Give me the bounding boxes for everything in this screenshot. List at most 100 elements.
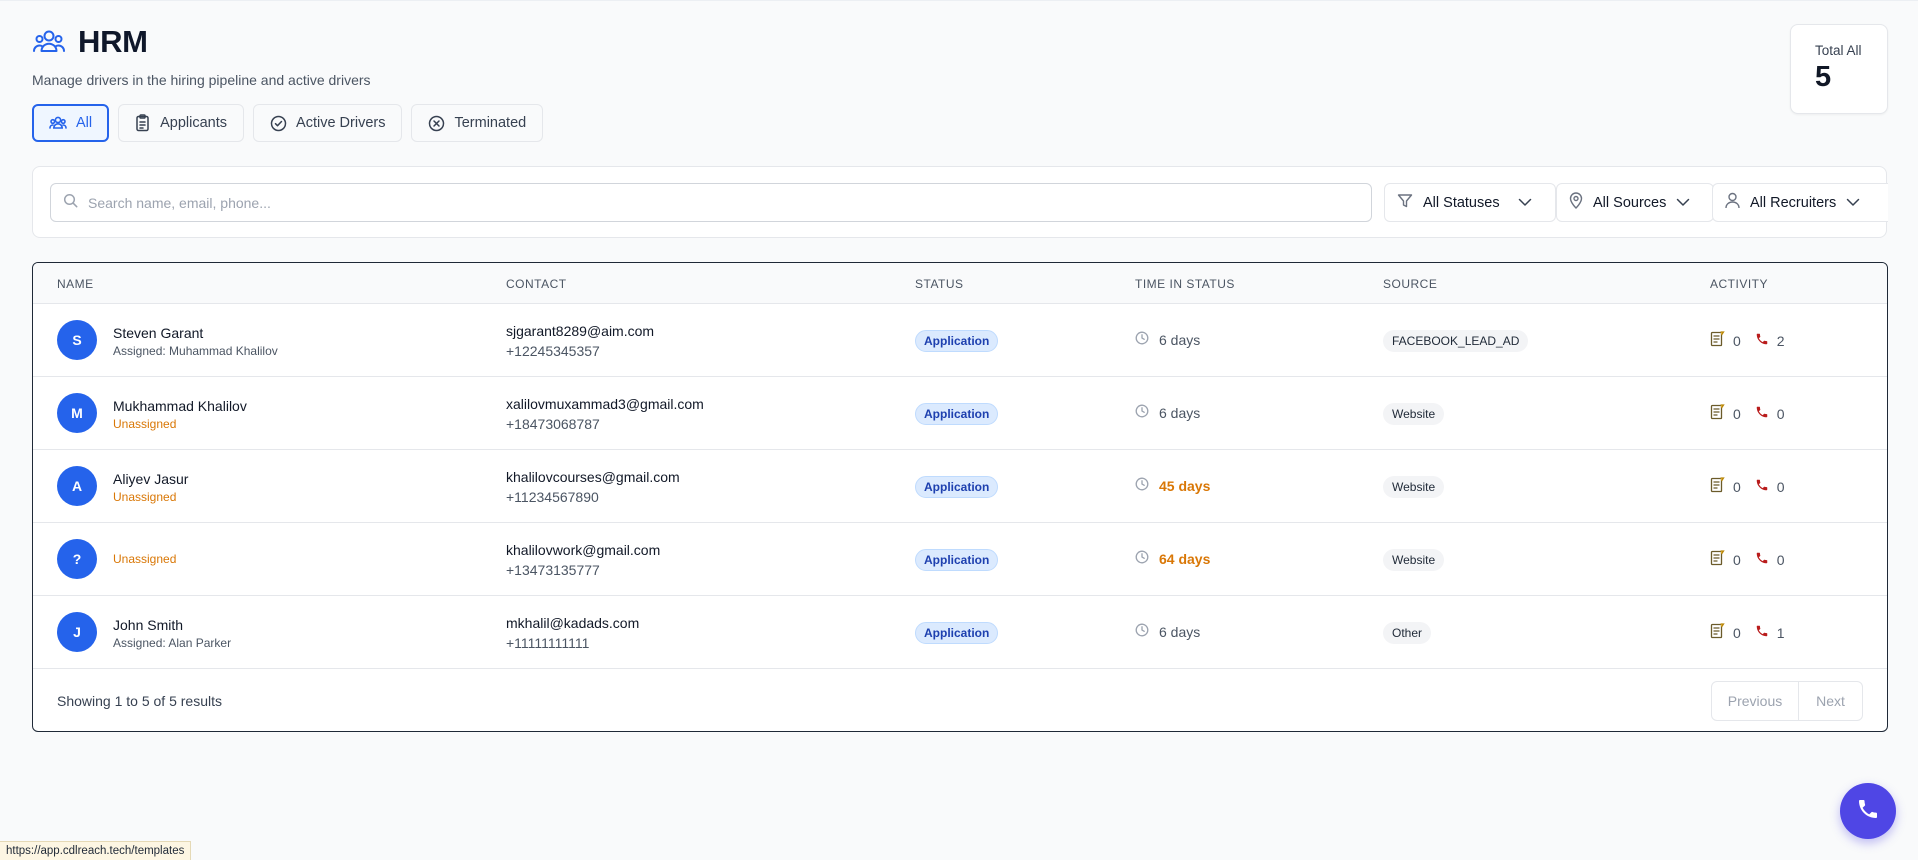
avatar: ? — [57, 539, 97, 579]
user-icon — [1725, 192, 1740, 213]
chevron-down-icon — [1518, 195, 1532, 211]
table-row[interactable]: J John Smith Assigned: Alan Parker mkhal… — [33, 596, 1887, 669]
avatar: S — [57, 320, 97, 360]
assigned-recruiter: Unassigned — [113, 417, 177, 431]
page-header: HRM Manage drivers in the hiring pipelin… — [32, 24, 371, 88]
table-row[interactable]: ? Unassigned khalilovwork@gmail.com +134… — [33, 523, 1887, 596]
filter-panel: Search name, email, phone... All Statuse… — [32, 166, 1888, 238]
driver-email: khalilovcourses@gmail.com — [506, 469, 680, 485]
table-row[interactable]: M Mukhammad Khalilov Unassigned xalilovm… — [33, 377, 1887, 450]
source-badge: FACEBOOK_LEAD_AD — [1383, 330, 1529, 352]
results-summary: Showing 1 to 5 of 5 results — [57, 693, 222, 709]
activity-counts: 0 1 — [1710, 623, 1785, 642]
x-circle-icon — [428, 115, 445, 132]
phone-call-icon — [1755, 624, 1769, 641]
tab-applicants-label: Applicants — [160, 115, 228, 131]
calls-count: 1 — [1776, 624, 1785, 641]
phone-icon — [1856, 797, 1880, 826]
driver-name[interactable]: Aliyev Jasur — [113, 471, 188, 487]
drivers-table: NAME CONTACT STATUS TIME IN STATUS SOURC… — [32, 262, 1888, 732]
total-label: Total All — [1815, 43, 1862, 58]
phone-call-icon — [1755, 478, 1769, 495]
driver-email: xalilovmuxammad3@gmail.com — [506, 396, 704, 412]
calls-count: 0 — [1776, 551, 1785, 568]
status-filter-dropdown[interactable]: All Statuses — [1384, 183, 1556, 222]
chevron-down-icon — [1676, 195, 1690, 211]
pagination: Previous Next — [1711, 681, 1863, 721]
filter-tabs: All Applicants Active Drivers Terminated — [32, 104, 544, 142]
calls-count: 0 — [1776, 478, 1785, 495]
notes-icon — [1710, 550, 1725, 569]
phone-call-icon — [1755, 332, 1769, 349]
tab-all[interactable]: All — [32, 104, 110, 142]
assigned-recruiter: Assigned: Muhammad Khalilov — [113, 344, 278, 358]
time-in-status: 6 days — [1135, 404, 1200, 421]
tab-terminated-label: Terminated — [454, 115, 527, 131]
assigned-recruiter: Unassigned — [113, 552, 177, 566]
clock-icon — [1135, 623, 1149, 640]
status-badge: Application — [915, 622, 999, 644]
source-badge: Website — [1383, 476, 1445, 498]
driver-name[interactable]: John Smith — [113, 617, 183, 633]
call-fab-button[interactable] — [1840, 783, 1896, 839]
previous-page-button[interactable]: Previous — [1711, 681, 1799, 721]
column-header-contact[interactable]: CONTACT — [506, 277, 567, 291]
table-header: NAME CONTACT STATUS TIME IN STATUS SOURC… — [33, 263, 1887, 304]
source-filter-value: All Sources — [1593, 194, 1667, 211]
status-filter-value: All Statuses — [1423, 194, 1500, 211]
driver-email: mkhalil@kadads.com — [506, 615, 640, 631]
tab-active-drivers[interactable]: Active Drivers — [253, 104, 403, 142]
status-badge: Application — [915, 549, 999, 571]
time-in-status-value: 45 days — [1159, 477, 1211, 494]
notes-count: 0 — [1733, 478, 1741, 495]
tab-applicants[interactable]: Applicants — [118, 104, 245, 142]
status-badge: Application — [915, 476, 999, 498]
total-count-card: Total All 5 — [1790, 24, 1888, 114]
clock-icon — [1135, 550, 1149, 567]
driver-phone: +18473068787 — [506, 416, 600, 432]
source-badge: Website — [1383, 549, 1445, 571]
map-pin-icon — [1569, 192, 1583, 213]
notes-icon — [1710, 331, 1725, 350]
column-header-status[interactable]: STATUS — [915, 277, 964, 291]
source-badge: Other — [1383, 622, 1432, 644]
activity-counts: 0 0 — [1710, 550, 1785, 569]
driver-phone: +13473135777 — [506, 562, 600, 578]
status-badge: Application — [915, 403, 999, 425]
column-header-name[interactable]: NAME — [57, 277, 94, 291]
time-in-status-value: 6 days — [1159, 623, 1201, 640]
column-header-time-in-status[interactable]: TIME IN STATUS — [1135, 277, 1235, 291]
avatar: J — [57, 612, 97, 652]
tab-terminated[interactable]: Terminated — [411, 104, 544, 142]
calls-count: 0 — [1776, 405, 1785, 422]
activity-counts: 0 0 — [1710, 404, 1785, 423]
column-header-source[interactable]: SOURCE — [1383, 277, 1437, 291]
driver-name[interactable]: Mukhammad Khalilov — [113, 398, 247, 414]
driver-email: khalilovwork@gmail.com — [506, 542, 661, 558]
table-row[interactable]: S Steven Garant Assigned: Muhammad Khali… — [33, 304, 1887, 377]
notes-count: 0 — [1733, 624, 1741, 641]
source-filter-dropdown[interactable]: All Sources — [1556, 183, 1714, 222]
table-row[interactable]: A Aliyev Jasur Unassigned khalilovcourse… — [33, 450, 1887, 523]
column-header-activity[interactable]: ACTIVITY — [1710, 277, 1768, 291]
driver-phone: +12245345357 — [506, 343, 600, 359]
clipboard-icon — [135, 114, 151, 132]
next-page-button[interactable]: Next — [1799, 681, 1863, 721]
time-in-status: 6 days — [1135, 623, 1200, 640]
source-badge: Website — [1383, 403, 1445, 425]
notes-icon — [1710, 477, 1725, 496]
browser-status-url: https://app.cdlreach.tech/templates — [0, 841, 192, 860]
activity-counts: 0 0 — [1710, 477, 1785, 496]
time-in-status: 6 days — [1135, 331, 1200, 348]
driver-name[interactable]: Steven Garant — [113, 325, 203, 341]
phone-call-icon — [1755, 551, 1769, 568]
clock-icon — [1135, 477, 1149, 494]
notes-icon — [1710, 404, 1725, 423]
notes-count: 0 — [1733, 551, 1741, 568]
time-in-status-value: 6 days — [1159, 404, 1201, 421]
recruiter-filter-dropdown[interactable]: All Recruiters — [1712, 183, 1888, 222]
assigned-recruiter: Assigned: Alan Parker — [113, 636, 232, 650]
search-input[interactable]: Search name, email, phone... — [50, 183, 1372, 222]
assigned-recruiter: Unassigned — [113, 490, 177, 504]
time-in-status: 64 days — [1135, 550, 1210, 567]
